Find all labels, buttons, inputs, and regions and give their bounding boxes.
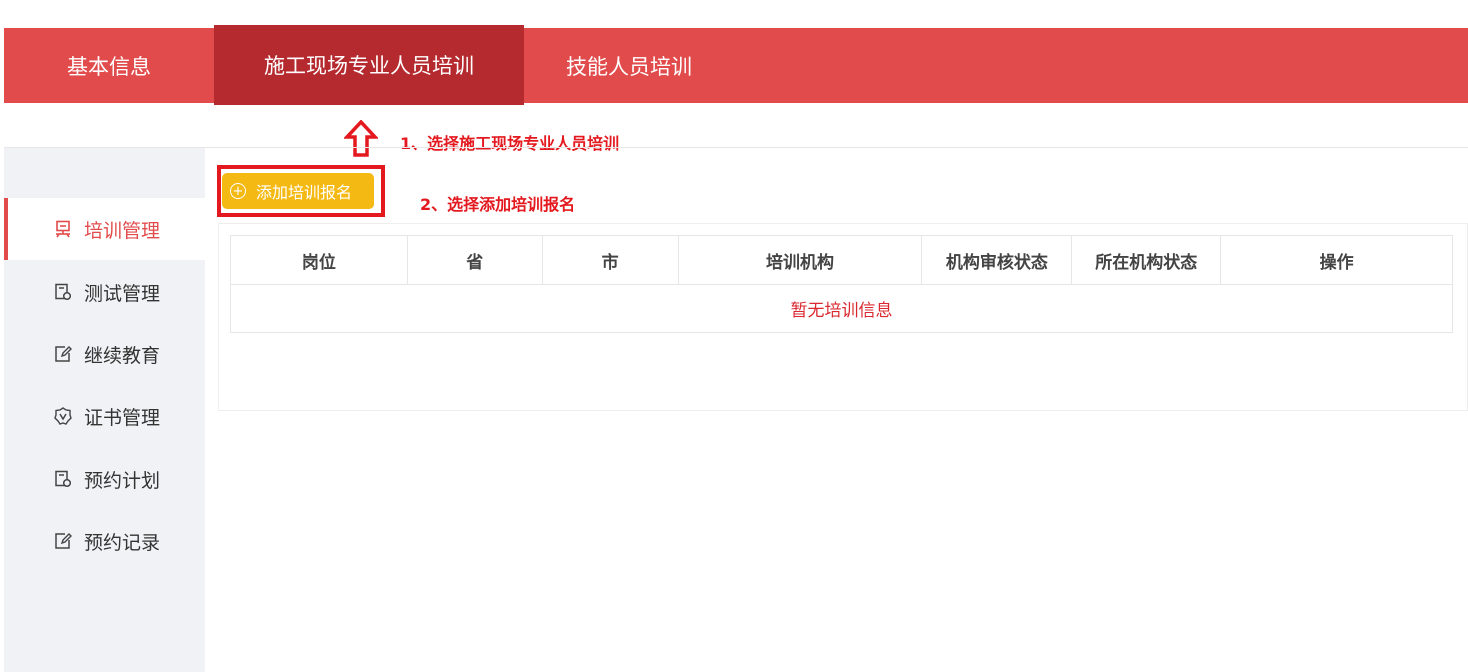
page: 基本信息 施工现场专业人员培训 技能人员培训 1、选择施工现场专业人员培训 2、…	[0, 0, 1468, 672]
column-header-institution-status: 所在机构状态	[1071, 235, 1222, 285]
table-row: 暂无培训信息	[230, 284, 1453, 333]
plan-icon	[52, 468, 74, 490]
sidebar-item-label: 继续教育	[84, 344, 161, 367]
training-icon	[52, 218, 74, 240]
tab-skill-training[interactable]: 技能人员培训	[544, 28, 724, 103]
sidebar-item-label: 预约记录	[84, 531, 161, 554]
sidebar: 培训管理 测试管理 继续教育 证书管理 预约计划 预约记录	[4, 148, 205, 672]
empty-state-text: 暂无培训信息	[230, 284, 1453, 333]
test-icon	[52, 281, 74, 303]
sidebar-item-certificate-management[interactable]: 证书管理	[4, 385, 205, 447]
certificate-icon	[52, 405, 74, 427]
annotation-highlight-box	[217, 165, 385, 217]
sidebar-item-training-management[interactable]: 培训管理	[4, 198, 205, 260]
sidebar-item-label: 预约计划	[84, 469, 161, 492]
column-header-city: 市	[541, 235, 679, 285]
sidebar-item-booking-plan[interactable]: 预约计划	[4, 448, 205, 510]
table-header-row: 岗位 省 市 培训机构 机构审核状态 所在机构状态 操作	[230, 235, 1453, 285]
column-header-institution-review-status: 机构审核状态	[921, 235, 1073, 285]
sidebar-item-continuing-education[interactable]: 继续教育	[4, 323, 205, 385]
training-table: 岗位 省 市 培训机构 机构审核状态 所在机构状态 操作 暂无培训信息	[230, 235, 1453, 333]
column-header-position: 岗位	[230, 235, 408, 285]
sidebar-item-label: 证书管理	[84, 406, 161, 429]
sidebar-item-label: 培训管理	[84, 219, 161, 242]
main-panel: 培训管理 测试管理 继续教育 证书管理 预约计划 预约记录	[4, 147, 1468, 672]
column-header-training-institution: 培训机构	[677, 235, 923, 285]
tab-site-professional-training[interactable]: 施工现场专业人员培训	[214, 25, 524, 105]
record-icon	[52, 530, 74, 552]
column-header-province: 省	[406, 235, 543, 285]
sidebar-item-booking-record[interactable]: 预约记录	[4, 510, 205, 572]
tab-basic-info[interactable]: 基本信息	[4, 28, 214, 103]
column-header-actions: 操作	[1220, 235, 1453, 285]
sidebar-item-test-management[interactable]: 测试管理	[4, 261, 205, 323]
edit-icon	[52, 343, 74, 365]
top-nav: 基本信息 施工现场专业人员培训 技能人员培训	[4, 25, 1468, 105]
sidebar-item-label: 测试管理	[84, 282, 161, 305]
